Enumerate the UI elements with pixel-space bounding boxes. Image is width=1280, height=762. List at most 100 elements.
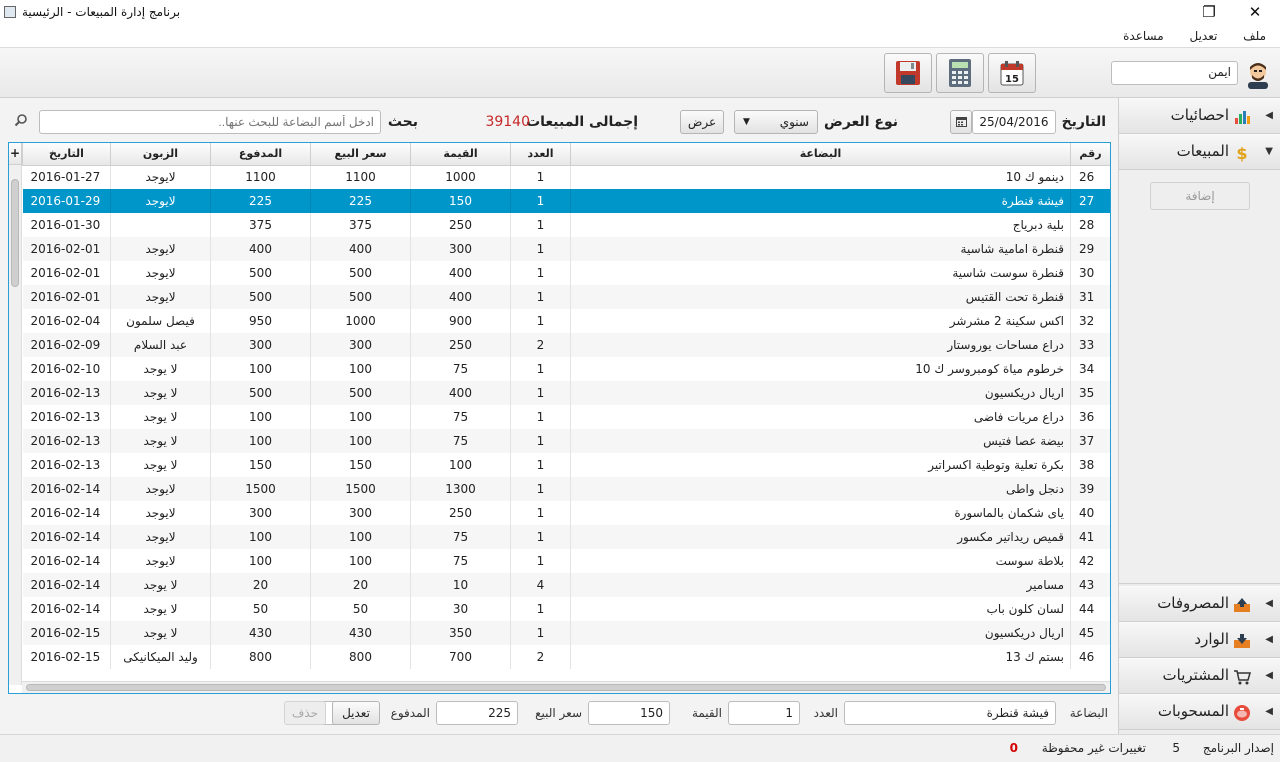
cell-num: 32 bbox=[1070, 309, 1110, 333]
cell-count: 1 bbox=[510, 501, 571, 525]
restore-window-button[interactable]: ❐ bbox=[1186, 0, 1232, 26]
cell-count: 1 bbox=[510, 237, 571, 261]
table-row[interactable]: 2016-02-13 لا يوجد 100 100 75 1 بيضة عصا فتيس 3… bbox=[22, 429, 1110, 453]
cell-price: 100 bbox=[310, 429, 411, 453]
table-row[interactable]: 2016-02-13 لا يوجد 100 100 75 1 دراع مريات فاض… bbox=[22, 405, 1110, 429]
cell-count: 1 bbox=[510, 165, 571, 189]
sales-panel: إضافة bbox=[1119, 170, 1280, 584]
delete-button[interactable]: حذف bbox=[284, 701, 326, 725]
show-button[interactable]: عرض bbox=[680, 110, 724, 134]
cell-paid: 300 bbox=[210, 333, 311, 357]
col-count[interactable]: العدد bbox=[510, 143, 571, 166]
col-value[interactable]: القيمة bbox=[410, 143, 511, 166]
edit-value-label: القيمة bbox=[691, 706, 722, 720]
cell-date: 2016-02-14 bbox=[22, 477, 111, 501]
save-icon bbox=[896, 61, 920, 85]
table-row[interactable]: 2016-02-10 لا يوجد 100 100 75 1 خرطوم مياة كوم… bbox=[22, 357, 1110, 381]
table-row[interactable]: 2016-02-14 لايوجد 100 100 75 1 قميص ريداتير مك… bbox=[22, 525, 1110, 549]
col-price[interactable]: سعر البيع bbox=[310, 143, 411, 166]
edit-button[interactable]: تعديل bbox=[332, 701, 380, 725]
add-sale-button[interactable]: إضافة bbox=[1150, 182, 1250, 210]
cell-price: 375 bbox=[310, 213, 411, 237]
cell-paid: 1100 bbox=[210, 165, 311, 189]
sales-table[interactable]: + التاريخ الزبون المدفوع سعر البيع القيم… bbox=[8, 142, 1111, 694]
table-row[interactable]: 2016-01-30 375 375 250 1 بلية دبرياج 28 bbox=[22, 213, 1110, 237]
cell-price: 800 bbox=[310, 645, 411, 669]
date-picker-button[interactable] bbox=[950, 110, 972, 134]
table-row[interactable]: 2016-02-01 لايوجد 500 500 400 1 قنطرة تحت القت… bbox=[22, 285, 1110, 309]
table-row[interactable]: 2016-02-13 لا يوجد 500 500 400 1 اريال دريكسيو… bbox=[22, 381, 1110, 405]
table-row[interactable]: 2016-02-14 لايوجد 100 100 75 1 بلاطة سوست 42 bbox=[22, 549, 1110, 573]
col-num[interactable]: رقم bbox=[1070, 143, 1110, 166]
view-type-select[interactable]: سنوي ▼ bbox=[734, 110, 818, 134]
edit-value-field[interactable]: 150 bbox=[588, 701, 670, 725]
menu-edit[interactable]: تعديل bbox=[1181, 26, 1225, 43]
sidebar-item-stats[interactable]: ◀ احصائيات bbox=[1119, 98, 1280, 134]
user-name-field[interactable]: ايمن bbox=[1111, 61, 1238, 85]
column-menu-button[interactable]: + bbox=[9, 143, 22, 165]
horizontal-scrollbar[interactable] bbox=[22, 681, 1110, 693]
col-item[interactable]: البضاعة bbox=[570, 143, 1071, 166]
vertical-scroll-thumb[interactable] bbox=[11, 179, 19, 287]
table-row[interactable]: 2016-02-14 لايوجد 300 300 250 1 ياى شكمان بالم… bbox=[22, 501, 1110, 525]
cell-count: 1 bbox=[510, 549, 571, 573]
table-row[interactable]: 2016-01-27 لايوجد 1100 1100 1000 1 دينمو ك 10 2… bbox=[22, 165, 1110, 189]
table-row[interactable]: 2016-01-29 لايوجد 225 225 150 1 فيشة قنطرة 27 bbox=[22, 189, 1110, 213]
table-row[interactable]: 2016-02-15 وليد الميكانيكى 800 800 700 2 بستم … bbox=[22, 645, 1110, 669]
cell-price: 300 bbox=[310, 333, 411, 357]
date-field[interactable]: 25/04/2016 bbox=[972, 110, 1056, 134]
edit-count-field[interactable]: 1 bbox=[728, 701, 800, 725]
sidebar-item-income[interactable]: ◀ الوارد bbox=[1119, 622, 1280, 658]
vertical-scrollbar[interactable] bbox=[9, 165, 22, 685]
search-input[interactable] bbox=[39, 110, 381, 134]
table-row[interactable]: 2016-02-13 لا يوجد 150 150 100 1 بكرة تعلية وت… bbox=[22, 453, 1110, 477]
cell-price: 500 bbox=[310, 381, 411, 405]
cell-price: 100 bbox=[310, 525, 411, 549]
table-row[interactable]: 2016-02-14 لا يوجد 20 20 10 4 مسامير 43 bbox=[22, 573, 1110, 597]
save-button[interactable] bbox=[884, 53, 932, 93]
cell-count: 1 bbox=[510, 621, 571, 645]
col-date[interactable]: التاريخ bbox=[22, 143, 111, 166]
edit-item-label: البضاعة bbox=[1069, 706, 1108, 720]
edit-item-field[interactable]: فيشة قنطرة bbox=[844, 701, 1056, 725]
table-row[interactable]: 2016-02-04 فيصل سلمون 950 1000 900 1 اكس سكينة… bbox=[22, 309, 1110, 333]
sidebar-item-expenses[interactable]: ◀ المصروفات bbox=[1119, 586, 1280, 622]
calculator-button[interactable] bbox=[936, 53, 984, 93]
sidebar-item-withdrawals[interactable]: ◀ المسحوبات bbox=[1119, 694, 1280, 730]
cell-value: 30 bbox=[410, 597, 511, 621]
cell-num: 29 bbox=[1070, 237, 1110, 261]
edit-price-field[interactable]: 225 bbox=[436, 701, 518, 725]
cell-date: 2016-02-13 bbox=[22, 453, 111, 477]
chevron-left-icon: ◀ bbox=[1265, 634, 1273, 645]
calendar-button[interactable]: 15 bbox=[988, 53, 1036, 93]
cell-num: 27 bbox=[1070, 189, 1110, 213]
cell-value: 300 bbox=[410, 237, 511, 261]
close-window-button[interactable]: ✕ bbox=[1232, 0, 1278, 26]
table-row[interactable]: 2016-02-01 لايوجد 400 400 300 1 قنطرة امامية ش… bbox=[22, 237, 1110, 261]
table-row[interactable]: 2016-02-14 لايوجد 1500 1500 1300 1 دنجل واطى 39 bbox=[22, 477, 1110, 501]
cell-price: 20 bbox=[310, 573, 411, 597]
col-customer[interactable]: الزبون bbox=[110, 143, 211, 166]
chevron-left-icon: ◀ bbox=[1265, 598, 1273, 609]
menu-help[interactable]: مساعدة bbox=[1115, 26, 1172, 43]
status-bar: إصدار البرنامج 5 تغييرات غير محفوظة 0 bbox=[0, 734, 1280, 762]
cell-count: 1 bbox=[510, 477, 571, 501]
cell-date: 2016-02-13 bbox=[22, 405, 111, 429]
menu-file[interactable]: ملف bbox=[1235, 26, 1274, 43]
calendar-icon: 15 bbox=[1000, 61, 1024, 86]
table-row[interactable]: 2016-02-14 لا يوجد 50 50 30 1 لسان كلون باب 44 bbox=[22, 597, 1110, 621]
calendar-small-icon bbox=[955, 117, 967, 127]
cell-num: 26 bbox=[1070, 165, 1110, 189]
sidebar-item-purchases[interactable]: ◀ المشتريات bbox=[1119, 658, 1280, 694]
horizontal-scroll-thumb[interactable] bbox=[26, 684, 1106, 691]
table-row[interactable]: 2016-02-15 لا يوجد 430 430 350 1 اريال دريكسيو… bbox=[22, 621, 1110, 645]
cell-value: 250 bbox=[410, 213, 511, 237]
inbox-icon bbox=[1234, 634, 1250, 648]
col-paid[interactable]: المدفوع bbox=[210, 143, 311, 166]
chevron-left-icon: ◀ bbox=[1265, 670, 1273, 681]
table-row[interactable]: 2016-02-09 عبد السلام 300 300 250 2 دراع مساحا… bbox=[22, 333, 1110, 357]
table-row[interactable]: 2016-02-01 لايوجد 500 500 400 1 قنطرة سوست شاس… bbox=[22, 261, 1110, 285]
sidebar-item-sales[interactable]: ▼ $ المبيعات bbox=[1119, 134, 1280, 170]
cell-paid: 50 bbox=[210, 597, 311, 621]
search-icon[interactable] bbox=[14, 113, 28, 130]
